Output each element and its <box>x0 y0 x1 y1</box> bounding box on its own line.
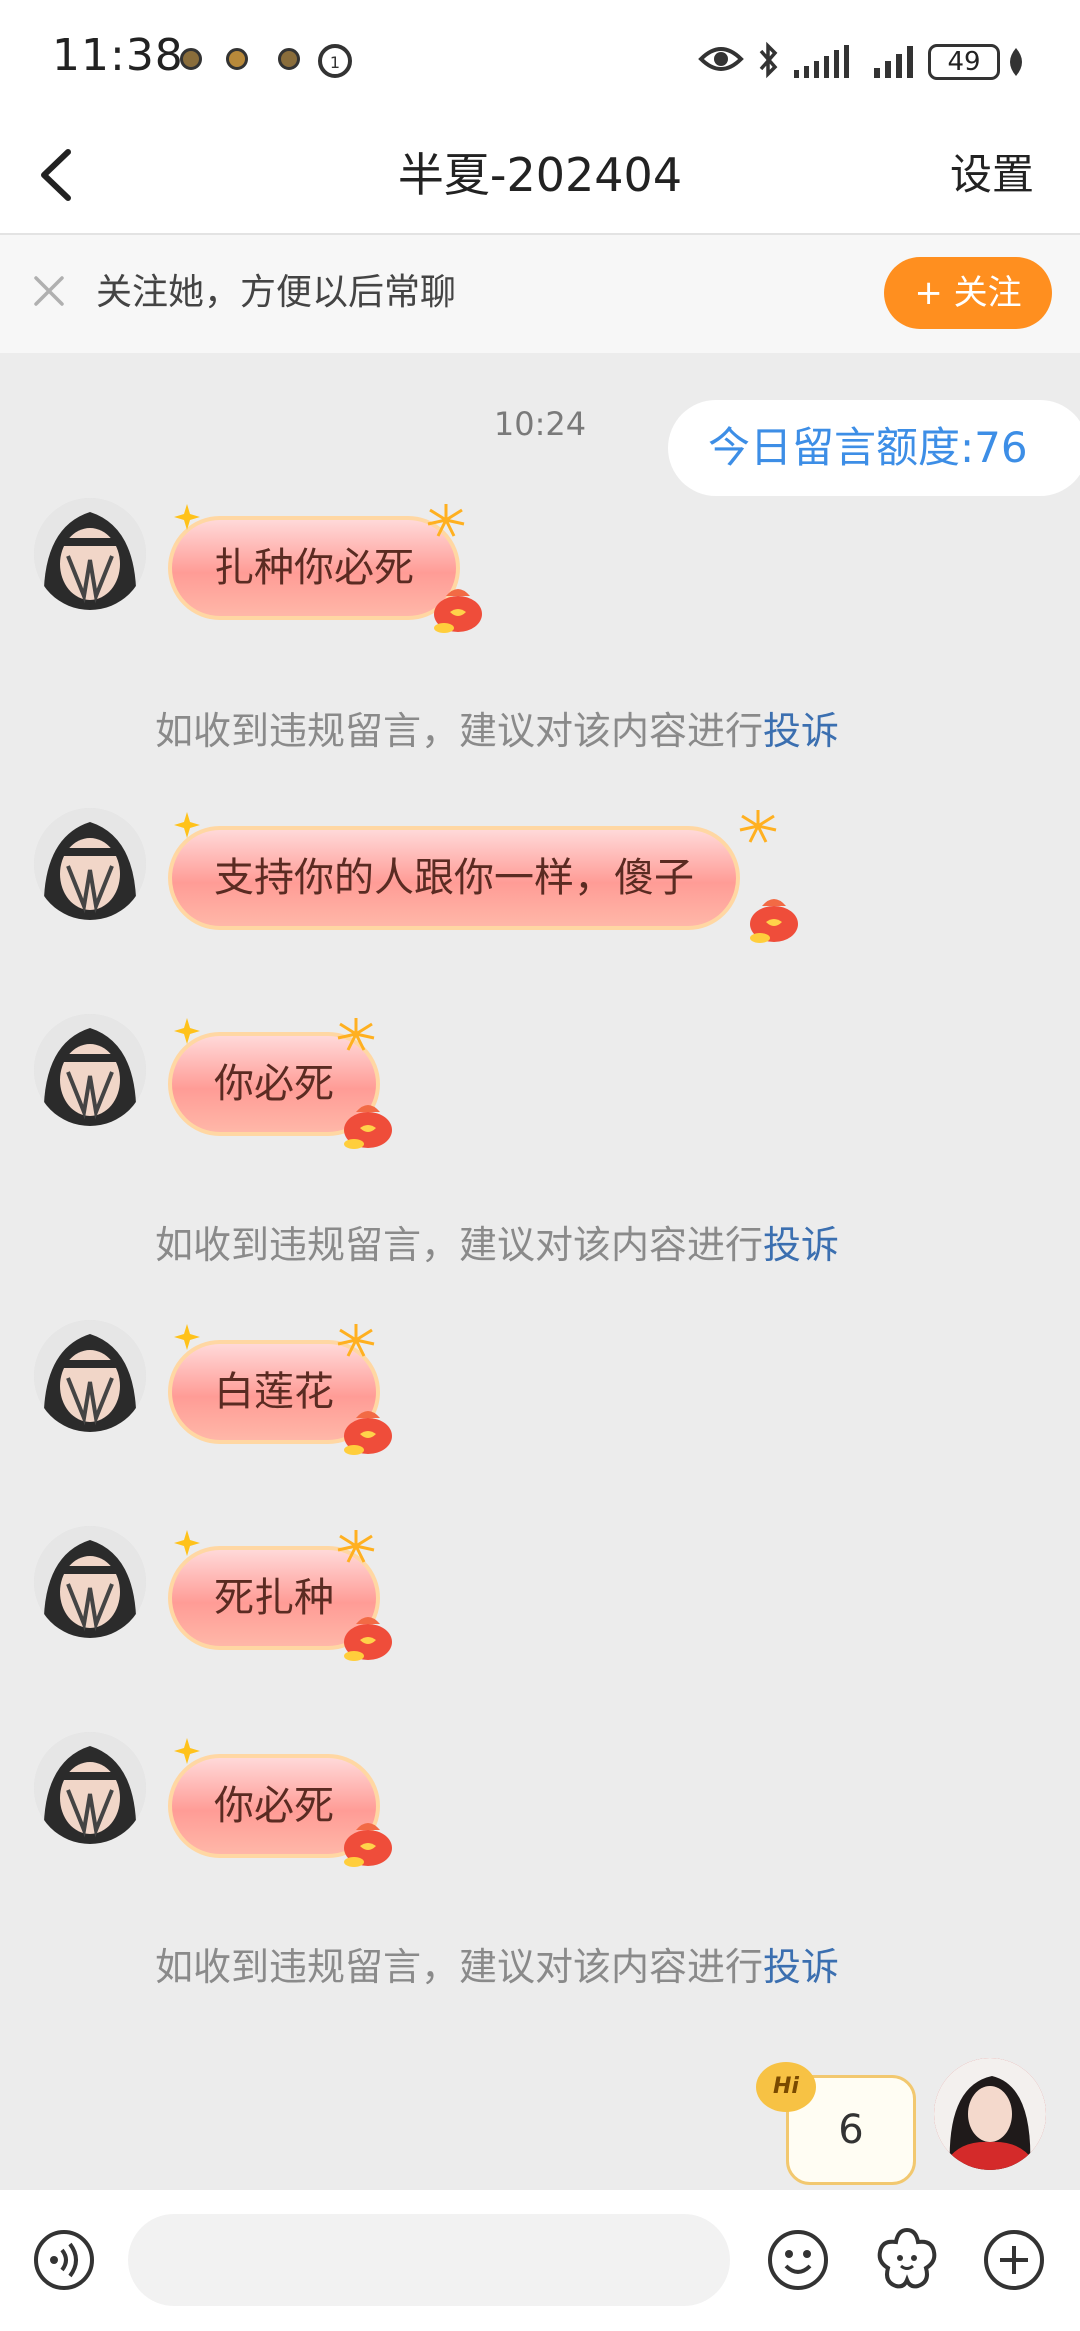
sender-avatar[interactable] <box>34 808 146 920</box>
avatar-image <box>934 2058 1046 2170</box>
firework-icon <box>337 1530 375 1563</box>
lucky-bag-icon <box>344 1823 392 1867</box>
lucky-bag-icon <box>344 1617 392 1661</box>
avatar-image <box>34 1014 146 1126</box>
violation-notice: 如收到违规留言，建议对该内容进行投诉 <box>155 1936 839 1991</box>
sparkle-icon <box>174 1018 200 1044</box>
report-link[interactable]: 投诉 <box>763 1945 839 1989</box>
sender-avatar[interactable] <box>34 1732 146 1844</box>
follow-prompt-text: 关注她，方便以后常聊 <box>96 272 457 313</box>
violation-notice: 如收到违规留言，建议对该内容进行投诉 <box>155 700 839 755</box>
notice-text: 如收到违规留言，建议对该内容进行 <box>155 1945 764 1989</box>
avatar-image <box>34 1526 146 1638</box>
eye-icon <box>698 47 744 71</box>
leaf-icon <box>1010 48 1022 76</box>
notice-text: 如收到违规留言，建议对该内容进行 <box>155 709 764 753</box>
avatar-image <box>34 1732 146 1844</box>
message-input[interactable] <box>128 2214 730 2306</box>
report-link[interactable]: 投诉 <box>763 1223 839 1267</box>
notice-text: 如收到违规留言，建议对该内容进行 <box>155 1223 764 1267</box>
firework-icon <box>739 810 777 843</box>
report-link[interactable]: 投诉 <box>763 709 839 753</box>
sparkle-icon <box>174 1530 200 1556</box>
avatar-image <box>34 1320 146 1432</box>
sparkle-icon <box>174 1738 200 1764</box>
sparkle-icon <box>174 1324 200 1350</box>
lucky-bag-icon <box>344 1411 392 1455</box>
sender-avatar[interactable] <box>34 1526 146 1638</box>
follow-button[interactable]: + 关注 <box>884 257 1052 329</box>
lucky-bag-icon <box>434 589 482 633</box>
settings-button[interactable]: 设置 <box>950 140 1034 210</box>
signal-icon <box>874 46 913 78</box>
avatar-image <box>34 498 146 610</box>
voice-button[interactable] <box>32 2228 96 2292</box>
emoji-button[interactable] <box>766 2228 830 2292</box>
back-button[interactable] <box>30 140 90 210</box>
hi-tag: Hi <box>756 2062 816 2112</box>
signal-icon <box>794 45 849 78</box>
battery-icon: 49 <box>928 44 1000 80</box>
status-time: 11:38 <box>52 30 184 81</box>
plus-button[interactable] <box>982 2228 1046 2292</box>
lucky-bag-icon <box>344 1105 392 1149</box>
sender-avatar[interactable] <box>34 498 146 610</box>
svg-text:1: 1 <box>330 53 340 72</box>
app-notification-icon: 1 <box>318 44 352 78</box>
firework-icon <box>427 504 465 537</box>
notification-icon <box>180 48 202 70</box>
message-bubble[interactable]: 支持你的人跟你一样，傻子 <box>168 826 740 930</box>
message-bubble[interactable]: 扎种你必死 <box>168 516 460 620</box>
page-title: 半夏-202404 <box>397 148 683 202</box>
notification-icon <box>226 48 248 70</box>
firework-icon <box>337 1018 375 1051</box>
sticker-button[interactable] <box>874 2226 940 2292</box>
sparkle-icon <box>174 812 200 838</box>
violation-notice: 如收到违规留言，建议对该内容进行投诉 <box>155 1214 839 1269</box>
notification-icon <box>278 48 300 70</box>
close-icon[interactable] <box>26 268 72 314</box>
firework-icon <box>337 1324 375 1357</box>
sender-avatar[interactable] <box>34 1014 146 1126</box>
sparkle-icon <box>174 504 200 530</box>
my-avatar[interactable] <box>934 2058 1046 2170</box>
message-quota-bubble: 今日留言额度:76 <box>668 400 1080 496</box>
sender-avatar[interactable] <box>34 1320 146 1432</box>
bluetooth-icon <box>759 41 778 79</box>
avatar-image <box>34 808 146 920</box>
lucky-bag-icon <box>750 899 798 943</box>
